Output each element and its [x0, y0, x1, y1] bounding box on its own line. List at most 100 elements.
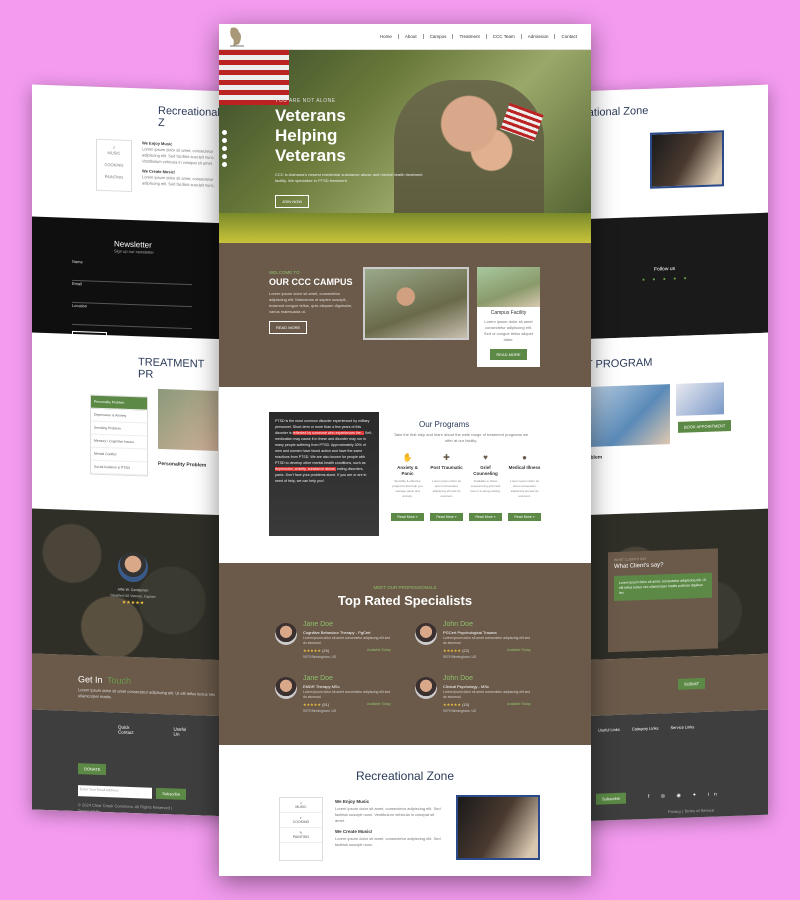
review-count: (15) [462, 702, 470, 707]
youtube-icon[interactable] [222, 146, 227, 151]
recreational-title: Recreational Zone [355, 769, 455, 783]
left-rec-tabs[interactable]: ♫ MUSIC COOKING PAINTING [96, 138, 132, 192]
get-in-touch-section: Get In Touch Lorem ipsum dolor sit amet … [32, 653, 232, 717]
specialist-desc: Lorem ipsum dolor sit amet consectetur a… [443, 636, 531, 645]
client-avatar [118, 551, 148, 583]
treatment-item[interactable]: Social Isolation & PTSD [91, 460, 147, 476]
flag-image [219, 50, 289, 105]
user-icon: ● [522, 453, 527, 462]
social-icons[interactable]: ● ● ● ● ● [642, 275, 690, 283]
star-rating: ★★★★★ [303, 702, 321, 707]
availability-link[interactable]: Available Today [367, 648, 391, 652]
instagram-icon[interactable] [222, 154, 227, 159]
specialist-card[interactable]: Jane Doe EMDR Therapy MSc Lorem ipsum do… [275, 675, 405, 717]
testimonial-section: Alfie W. Gentlemen Disabled US Veteran, … [32, 508, 232, 661]
nav-treatment[interactable]: Treatment [452, 34, 485, 39]
program-card: ✚ Post Traumatic Lorem ipsum dolor sit a… [430, 453, 463, 521]
client-rating: ★★★★★ [121, 599, 145, 607]
program-read-more-button[interactable]: Read More » [469, 513, 502, 521]
availability-link[interactable]: Available Today [507, 648, 531, 652]
donate-button[interactable]: DONATE [78, 763, 107, 776]
left-tab-painting[interactable]: PAINTING [97, 174, 131, 181]
left-tab-cooking[interactable]: COOKING [97, 162, 131, 169]
treatment-photo-2 [676, 382, 724, 416]
right-subscribe-button[interactable]: Subscribe [596, 792, 626, 805]
program-card: ✋ Anxiety & Panic Sensible & effective p… [391, 453, 424, 521]
facebook-icon[interactable] [222, 130, 227, 135]
testimonial-quote: Lorem ipsum dolor sit amet, consectetur … [614, 572, 712, 602]
program-read-more-button[interactable]: Read More » [430, 513, 463, 521]
nav-admission[interactable]: Admission [520, 34, 555, 39]
hero-text: YOU ARE NOT ALONE Veterans Helping Veteran… [275, 98, 425, 208]
program-desc: Sensible & effective programs that help … [392, 479, 423, 498]
specialist-location: 9079 Birmingham, US [303, 709, 337, 713]
campus-text: WELCOME TO OUR CCC CAMPUS Lorem ipsum do… [269, 270, 359, 334]
join-now-button[interactable]: JOIN NOW [275, 195, 309, 208]
specialist-rating: ★★★★★ (15) [443, 702, 469, 707]
twitter-icon[interactable] [222, 138, 227, 143]
say-title: What Client's say? [614, 562, 664, 571]
right-follow-section: Follow us ● ● ● ● ● [578, 212, 768, 340]
eagle-logo-icon [230, 27, 244, 46]
specialist-card[interactable]: John Doe PGCert Psychological Trauma Lor… [415, 621, 545, 663]
policy-links[interactable]: Privacy | Terms of Service [668, 808, 714, 816]
specialist-role: PGCert Psychological Trauma [443, 630, 497, 635]
footer-email-input[interactable]: Enter Your Email Address [78, 785, 153, 799]
availability-link[interactable]: Available Today [507, 702, 531, 706]
specialist-name: Jane Doe [303, 621, 333, 628]
hero-section: YOU ARE NOT ALONE Veterans Helping Veteran… [219, 50, 591, 243]
program-read-more-button[interactable]: Read More » [508, 513, 541, 521]
name-label: Name [72, 258, 83, 265]
ptsd-info-box: PTSD is the most common disorder experie… [269, 412, 379, 536]
hero-title-line: Veterans [275, 106, 346, 125]
campus-read-more-button[interactable]: READ MORE [269, 321, 308, 334]
nav-home[interactable]: Home [374, 34, 398, 39]
program-name: Post Traumatic [430, 465, 463, 470]
location-input[interactable] [72, 314, 192, 330]
recreational-tab-cooking[interactable]: ◐ COOKING [280, 813, 322, 828]
recreational-tab-music[interactable]: ♫ MUSIC [280, 798, 322, 813]
specialist-card[interactable]: Jane Doe Cognitive Behaviour Therapy - P… [275, 621, 405, 663]
specialist-desc: Lorem ipsum dolor sit amet consectetur a… [303, 636, 391, 645]
subscribe-button[interactable]: SUBSCRIBE [72, 330, 108, 344]
left-tab-music[interactable]: MUSIC [97, 150, 131, 157]
left-recreational-section: Recreational Z ♫ MUSIC COOKING PAINTING … [32, 85, 232, 224]
pinterest-icon[interactable] [222, 162, 227, 167]
service-links-heading: Service Links [670, 724, 695, 731]
tab-label: PAINTING [292, 835, 310, 839]
nav-campus[interactable]: Campus [422, 34, 453, 39]
recreational-tab-painting[interactable]: ✎ PAINTING [280, 828, 322, 843]
specialist-rating: ★★★★★ (51) [303, 702, 329, 707]
specialist-card[interactable]: John Doe Clinical Psychology - MSc Lorem… [415, 675, 545, 717]
campus-card-button[interactable]: READ MORE [490, 349, 527, 360]
ptsd-highlight: reflected by someone who experiences the… [292, 431, 364, 435]
specialist-desc: Lorem ipsum dolor sit amet consectetur a… [443, 690, 531, 699]
contact-submit-button[interactable]: SUBMIT [678, 677, 706, 690]
nav-about[interactable]: About [397, 34, 423, 39]
touch-title-accent: Touch [106, 675, 131, 686]
hero-hedge [219, 213, 591, 243]
site-logo[interactable] [227, 26, 247, 48]
program-desc: Lorem ipsum dolor sit amet consectetur a… [510, 479, 539, 498]
footer-social-icons[interactable]: f ◎ ◉ ✦ in [648, 791, 722, 800]
specialist-name: John Doe [443, 621, 473, 628]
category-links-heading: Category Links [631, 725, 659, 732]
piano-photo [456, 795, 540, 860]
treatment-photo-1 [578, 384, 670, 448]
specialist-avatar [415, 677, 437, 699]
left-footer: Quick Contact Useful Lin DONATE Enter Yo… [32, 709, 232, 817]
nav-ccc-team[interactable]: CCC Team [485, 34, 521, 39]
right-recreational-section: reational Zone [578, 84, 768, 220]
useful-links-heading: Useful Links [598, 726, 620, 733]
book-appointment-button[interactable]: BOOK APPOINTMENT [678, 419, 732, 433]
left-page-preview: Recreational Z ♫ MUSIC COOKING PAINTING … [32, 84, 232, 817]
specialist-avatar [275, 623, 297, 645]
footer-subscribe-button[interactable]: Subscribe [156, 787, 186, 800]
program-read-more-button[interactable]: Read More » [391, 513, 424, 521]
left-rec-p1: Lorem ipsum dolor sit amet, consectetur … [142, 146, 215, 166]
hero-social-bar [222, 130, 227, 167]
nav-contact[interactable]: Contact [554, 34, 583, 39]
campus-title: OUR CCC CAMPUS [269, 277, 353, 287]
availability-link[interactable]: Available Today [367, 702, 391, 706]
hero-title-line: Veterans [275, 146, 346, 165]
